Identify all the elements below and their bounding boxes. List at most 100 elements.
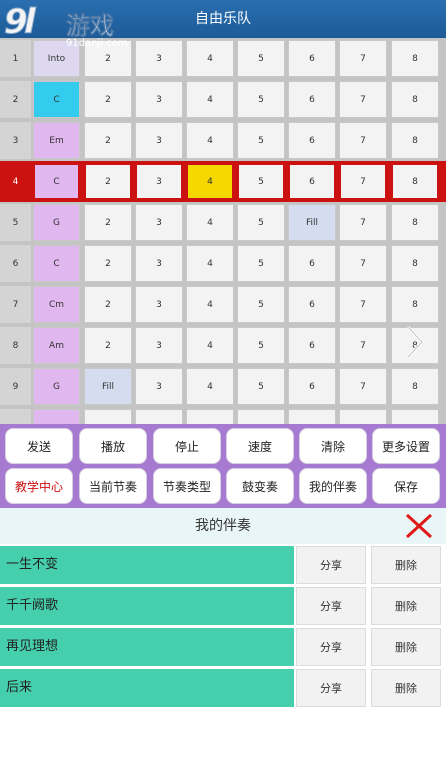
beat-cell[interactable]: 7 (339, 81, 387, 118)
beat-cell[interactable]: 8 (391, 245, 439, 282)
beat-cell[interactable]: 6 (288, 327, 336, 364)
beat-cell[interactable]: 5 (237, 163, 285, 200)
beat-cell[interactable]: 7 (339, 163, 387, 200)
beat-cell[interactable]: 2 (84, 163, 132, 200)
grid-row: 2C2345678 (0, 79, 446, 120)
control-button[interactable]: 保存 (372, 468, 440, 504)
beat-cell[interactable]: 6 (288, 245, 336, 282)
beat-cell[interactable]: 5 (237, 245, 285, 282)
beat-cell[interactable]: 8 (391, 163, 439, 200)
next-page-button[interactable] (398, 322, 432, 362)
beat-cell[interactable]: 3 (135, 286, 183, 323)
chord-cell[interactable]: Cm (33, 286, 80, 323)
beat-cell[interactable]: 5 (237, 122, 285, 159)
beat-cell[interactable]: 2 (84, 245, 132, 282)
control-button[interactable]: 发送 (5, 428, 73, 464)
chord-cell[interactable]: G (33, 368, 80, 405)
beat-cell[interactable]: 3 (135, 81, 183, 118)
beat-cell[interactable]: 3 (135, 40, 183, 77)
control-button[interactable]: 我的伴奏 (299, 468, 367, 504)
delete-button[interactable]: 删除 (371, 587, 441, 625)
beat-cell[interactable]: 8 (391, 81, 439, 118)
control-button[interactable]: 播放 (79, 428, 147, 464)
beat-cell[interactable]: 7 (339, 368, 387, 405)
control-button[interactable]: 更多设置 (372, 428, 440, 464)
beat-cell[interactable]: 2 (84, 286, 132, 323)
beat-cell[interactable]: 4 (186, 81, 234, 118)
beat-cell[interactable]: 8 (391, 40, 439, 77)
control-button[interactable]: 清除 (299, 428, 367, 464)
chord-cell[interactable]: Am (33, 327, 80, 364)
beat-cell[interactable]: 6 (288, 40, 336, 77)
grid-row: 3 Em 2 3 4 5 6 7 8 (0, 120, 446, 161)
beat-cell[interactable]: 4 (186, 245, 234, 282)
beat-cell[interactable]: 5 (237, 368, 285, 405)
logo-mark: 9 (4, 2, 29, 43)
delete-button[interactable]: 删除 (371, 546, 441, 584)
control-button[interactable]: 鼓变奏 (226, 468, 294, 504)
beat-cell[interactable]: 6 (288, 163, 336, 200)
share-button[interactable]: 分享 (296, 628, 366, 666)
control-button[interactable]: 节奏类型 (153, 468, 221, 504)
beat-cell[interactable]: 5 (237, 40, 285, 77)
beat-cell[interactable]: 4 (186, 40, 234, 77)
beat-cell[interactable]: Fill (84, 368, 132, 405)
beat-cell[interactable]: 7 (339, 204, 387, 241)
accompaniment-name[interactable]: 千千阙歌 (0, 587, 294, 625)
beat-cell[interactable]: 7 (339, 286, 387, 323)
beat-cell[interactable]: 4 (186, 204, 234, 241)
grid-row: 4C2345678 (0, 161, 446, 202)
accompaniment-name[interactable]: 后来 (0, 669, 294, 707)
beat-cell[interactable]: 4 (186, 327, 234, 364)
share-button[interactable]: 分享 (296, 587, 366, 625)
control-button[interactable]: 当前节奏 (79, 468, 147, 504)
chord-cell[interactable]: Em (33, 122, 80, 159)
beat-cell[interactable]: 4 (186, 122, 234, 159)
delete-button[interactable]: 删除 (371, 669, 441, 707)
beat-cell[interactable]: 8 (391, 204, 439, 241)
chord-cell[interactable]: G (33, 204, 80, 241)
beat-cell[interactable]: 3 (135, 368, 183, 405)
beat-cell[interactable]: 7 (339, 245, 387, 282)
accompaniment-name[interactable]: 再见理想 (0, 628, 294, 666)
beat-cell[interactable]: 3 (135, 245, 183, 282)
close-button[interactable] (400, 508, 438, 544)
delete-button[interactable]: 删除 (371, 628, 441, 666)
beat-cell[interactable]: 3 (135, 122, 183, 159)
share-button[interactable]: 分享 (296, 669, 366, 707)
beat-cell[interactable]: 5 (237, 81, 285, 118)
beat-cell[interactable]: 5 (237, 204, 285, 241)
beat-cell[interactable]: 4 (186, 163, 234, 200)
accompaniment-name[interactable]: 一生不变 (0, 546, 294, 584)
beat-cell[interactable]: 7 (339, 40, 387, 77)
beat-cell[interactable]: 7 (339, 122, 387, 159)
beat-cell[interactable]: 3 (135, 327, 183, 364)
control-button[interactable]: 速度 (226, 428, 294, 464)
control-button[interactable]: 停止 (153, 428, 221, 464)
chord-cell[interactable]: C (33, 81, 80, 118)
beat-cell[interactable]: 4 (186, 286, 234, 323)
beat-cell[interactable]: 8 (391, 368, 439, 405)
beat-cell[interactable]: 2 (84, 122, 132, 159)
beat-cell[interactable]: 5 (237, 286, 285, 323)
beat-cell[interactable]: 6 (288, 286, 336, 323)
control-button[interactable]: 教学中心 (5, 468, 73, 504)
beat-cell[interactable]: 2 (84, 81, 132, 118)
beat-cell[interactable]: 5 (237, 327, 285, 364)
beat-cell[interactable]: 3 (135, 163, 183, 200)
beat-cell[interactable]: 6 (288, 122, 336, 159)
chord-cell[interactable]: C (33, 245, 80, 282)
beat-cell[interactable]: 3 (135, 204, 183, 241)
row-number: 9 (0, 368, 31, 405)
beat-cell[interactable]: 8 (391, 122, 439, 159)
beat-cell[interactable]: 6 (288, 368, 336, 405)
beat-cell[interactable]: 7 (339, 327, 387, 364)
beat-cell[interactable]: 2 (84, 204, 132, 241)
beat-cell[interactable]: 4 (186, 368, 234, 405)
beat-cell[interactable]: Fill (288, 204, 336, 241)
share-button[interactable]: 分享 (296, 546, 366, 584)
beat-cell[interactable]: 6 (288, 81, 336, 118)
beat-cell[interactable]: 2 (84, 327, 132, 364)
chord-cell[interactable]: C (33, 163, 80, 200)
beat-cell[interactable]: 8 (391, 286, 439, 323)
